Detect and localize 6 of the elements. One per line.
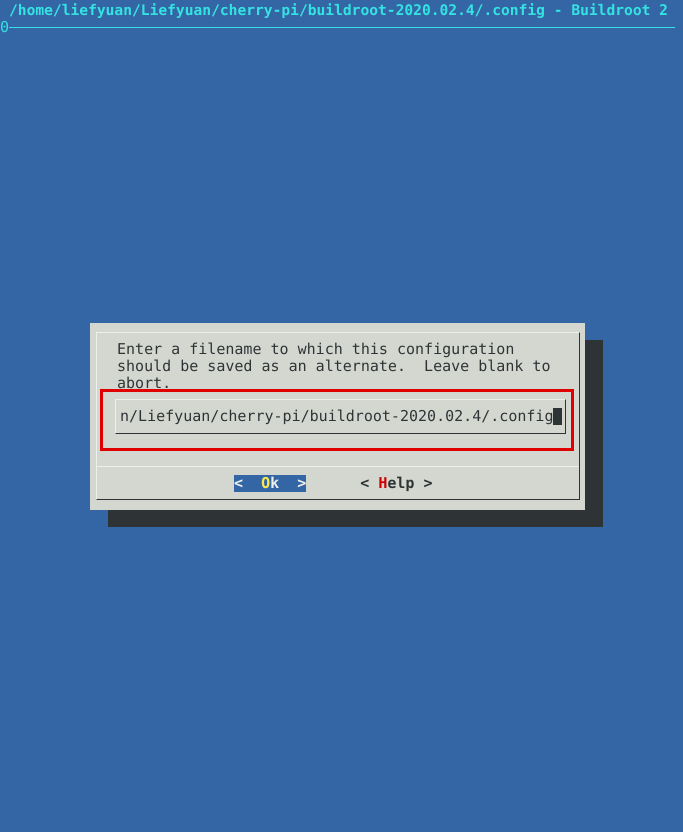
input-field[interactable]: n/Liefyuan/cherry-pi/buildroot-2020.02.4/.config <box>115 399 566 434</box>
dialog-button[interactable]: < Help > <box>360 474 432 492</box>
status-text: 0 <box>0 19 10 36</box>
window-title: /home/liefyuan/Liefyuan/cherry-pi/buildroot-2020.02.4/.config - Buildroot 2 <box>9 2 668 19</box>
dialog-button[interactable]: < Ok > <box>234 474 306 492</box>
prompt-text: Enter a filename to which this configuration should be saved as an alternate. Leave blank to abort. <box>117 341 550 389</box>
